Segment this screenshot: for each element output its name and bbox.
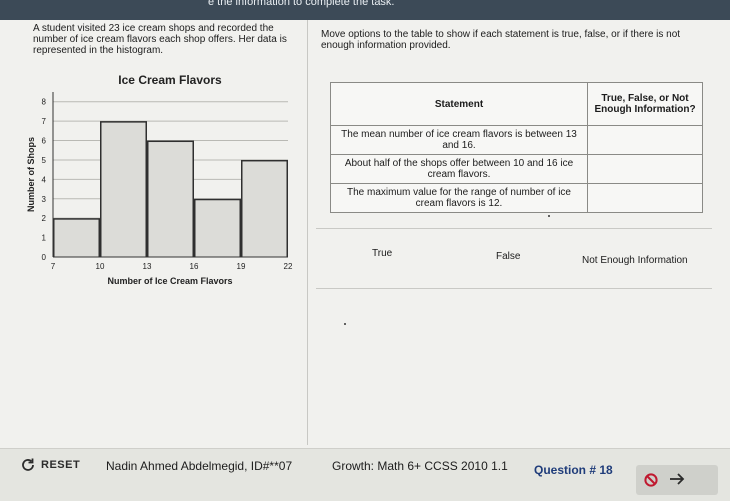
y-tick-label: 0 [42, 253, 47, 262]
answer-drop-zone[interactable] [587, 154, 703, 184]
option-true[interactable]: True [368, 246, 396, 261]
arrow-right-icon[interactable] [666, 468, 688, 490]
histogram-bar-fill [148, 142, 193, 257]
reset-label: RESET [41, 459, 81, 471]
histogram-bar-fill [101, 122, 146, 257]
x-tick-label: 10 [96, 262, 105, 271]
histogram-prompt: A student visited 23 ice cream shops and… [33, 23, 287, 56]
no-entry-icon[interactable] [644, 473, 658, 487]
statement-cell: The mean number of ice cream flavors is … [330, 125, 588, 155]
y-tick-label: 1 [42, 234, 47, 243]
table-prompt: Move options to the table to show if eac… [321, 29, 681, 51]
x-tick-label: 22 [284, 262, 293, 271]
answer-table: Statement True, False, or Not Enough Inf… [330, 82, 703, 213]
y-tick-label: 4 [42, 175, 47, 184]
answer-drop-zone[interactable] [587, 125, 703, 155]
question-content: A student visited 23 ice cream shops and… [0, 20, 730, 448]
footer-bar: RESET Nadin Ahmed Abdelmegid, ID#**07 Gr… [0, 448, 730, 501]
y-tick-label: 7 [42, 117, 47, 126]
statement-cell: About half of the shops offer between 10… [330, 154, 588, 184]
x-tick-label: 16 [190, 262, 199, 271]
y-tick-label: 5 [42, 156, 47, 165]
stray-mark [548, 215, 550, 217]
options-top-divider [316, 228, 712, 229]
y-tick-label: 2 [42, 214, 47, 223]
histogram-bar-fill [195, 200, 240, 257]
top-instructions-bar: e the information to complete the task. [0, 0, 730, 20]
option-false[interactable]: False [492, 249, 524, 264]
y-axis-title: Number of Shops [26, 137, 36, 212]
question-number: Question # 18 [534, 463, 613, 477]
reset-button[interactable]: RESET [20, 457, 80, 473]
x-tick-label: 19 [237, 262, 246, 271]
chart-title: Ice Cream Flavors [118, 73, 222, 87]
y-tick-label: 8 [42, 98, 47, 107]
options-bottom-divider [316, 288, 712, 289]
statement-header: Statement [330, 82, 588, 126]
answer-header: True, False, or Not Enough Information? [587, 82, 703, 126]
x-axis-title: Number of Ice Cream Flavors [107, 276, 232, 286]
table-row: The maximum value for the range of numbe… [330, 183, 703, 213]
answer-drop-zone[interactable] [587, 183, 703, 213]
assessment-name: Growth: Math 6+ CCSS 2010 1.1 [332, 459, 508, 473]
histogram-bar-fill [54, 219, 99, 257]
table-row: About half of the shops offer between 10… [330, 154, 703, 184]
refresh-icon [22, 458, 34, 471]
x-tick-label: 7 [51, 262, 56, 271]
panel-divider [307, 20, 308, 445]
stray-mark [344, 323, 346, 325]
instructions-text: e the information to complete the task. [208, 0, 395, 8]
option-not-enough-information[interactable]: Not Enough Information [578, 253, 692, 268]
statement-cell: The maximum value for the range of numbe… [330, 183, 588, 213]
y-tick-label: 6 [42, 137, 47, 146]
table-row: The mean number of ice cream flavors is … [330, 125, 703, 155]
y-tick-label: 3 [42, 195, 47, 204]
histogram-chart: 0 1 2 3 4 5 6 7 8 7 10 13 16 19 22 Ice Cream Flavors Num… [26, 73, 293, 286]
navigation-controls [636, 465, 718, 495]
histogram-bar-fill [242, 161, 287, 257]
x-tick-label: 13 [143, 262, 152, 271]
student-name: Nadin Ahmed Abdelmegid, ID#**07 [106, 459, 293, 473]
